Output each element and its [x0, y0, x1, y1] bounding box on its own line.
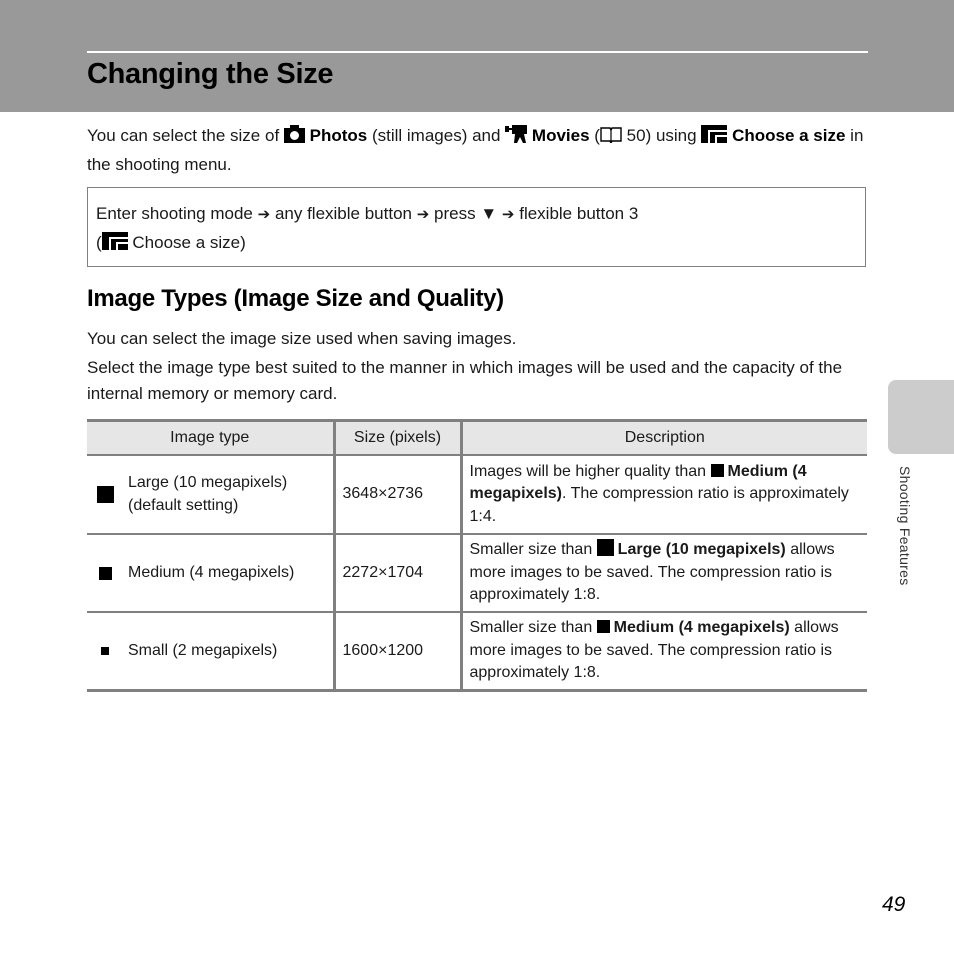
- procedure-step: Enter shooting mode: [96, 204, 253, 223]
- chapter-label: Shooting Features: [897, 466, 913, 586]
- arrow-right-icon: ➔: [257, 206, 271, 223]
- image-size-icon: [101, 231, 128, 259]
- header-band: [0, 0, 954, 112]
- column-header: Image type: [87, 419, 334, 456]
- description-reference: Medium (4 megapixels): [613, 619, 790, 636]
- size-cell: 2272×1704: [332, 534, 461, 613]
- page-title: Changing the Size: [87, 58, 334, 90]
- large-size-icon: [97, 486, 114, 503]
- description-cell: Images will be higher quality than Mediu…: [459, 455, 867, 535]
- intro-text: (: [589, 126, 600, 145]
- procedure-step: press: [434, 204, 476, 223]
- description-text: Images will be higher quality than: [469, 462, 711, 480]
- image-type-label: Small (2 megapixels): [128, 641, 278, 659]
- paren: ): [240, 233, 246, 252]
- table-header-row: Image type Size (pixels) Description: [87, 419, 867, 456]
- procedure-box: Enter shooting mode ➔ any flexible butto…: [87, 187, 866, 267]
- table-row: Small (2 megapixels) 1600×1200 Smaller s…: [87, 612, 867, 692]
- page-reference: 50) using: [621, 126, 702, 145]
- size-cell: 3648×2736: [332, 455, 461, 535]
- chapter-tab: [888, 380, 954, 454]
- book-icon: [600, 124, 622, 151]
- image-type-cell: Medium (4 megapixels): [87, 534, 334, 613]
- procedure-step: any flexible button: [274, 204, 412, 223]
- table-row: Medium (4 megapixels) 2272×1704 Smaller …: [87, 534, 867, 613]
- medium-size-icon: [710, 463, 724, 477]
- description-cell: Smaller size than Medium (4 megapixels) …: [459, 612, 867, 692]
- procedure-step: flexible button 3: [519, 204, 639, 223]
- medium-size-icon: [99, 566, 112, 580]
- description-cell: Smaller size than Large (10 megapixels) …: [459, 534, 867, 613]
- section-paragraph: You can select the image size used when …: [87, 329, 517, 348]
- section-title: Image Types (Image Size and Quality): [87, 285, 504, 312]
- small-size-icon: [101, 646, 109, 655]
- intro-text: You can select the size of: [87, 126, 284, 145]
- medium-size-icon: [596, 620, 610, 633]
- arrow-right-icon: ➔: [501, 206, 515, 223]
- choose-size-label: Choose a size: [132, 233, 241, 252]
- choose-size-label: Choose a size: [732, 126, 846, 145]
- description-reference: Large (10 megapixels): [617, 541, 786, 559]
- movies-label: Movies: [531, 126, 590, 145]
- image-types-table: Image type Size (pixels) Description Lar…: [87, 419, 867, 692]
- table-row: Large (10 megapixels) (default setting) …: [87, 455, 867, 535]
- header-rule: [87, 51, 868, 53]
- column-header: Description: [459, 419, 867, 456]
- image-type-label: Medium (4 megapixels): [128, 563, 295, 581]
- intro-paragraph: You can select the size of Photos (still…: [87, 122, 877, 178]
- image-size-icon: [701, 124, 728, 151]
- image-type-cell: Large (10 megapixels) (default setting): [87, 455, 334, 535]
- image-type-label: Large (10 megapixels) (default setting): [128, 474, 288, 514]
- section-paragraph: Select the image type best suited to the…: [87, 358, 843, 403]
- movie-camera-icon: [505, 124, 528, 151]
- arrow-right-icon: ➔: [416, 206, 430, 223]
- intro-text: (still images) and: [367, 126, 506, 145]
- description-text: Smaller size than: [469, 541, 597, 559]
- description-text: Smaller size than: [469, 619, 597, 636]
- page-number: 49: [882, 893, 906, 916]
- column-header: Size (pixels): [332, 419, 461, 456]
- large-size-icon: [596, 539, 614, 557]
- camera-icon: [283, 124, 305, 151]
- photos-label: Photos: [309, 126, 368, 145]
- image-type-cell: Small (2 megapixels): [87, 612, 334, 692]
- down-triangle-icon: ▼: [480, 204, 498, 223]
- size-cell: 1600×1200: [332, 612, 461, 692]
